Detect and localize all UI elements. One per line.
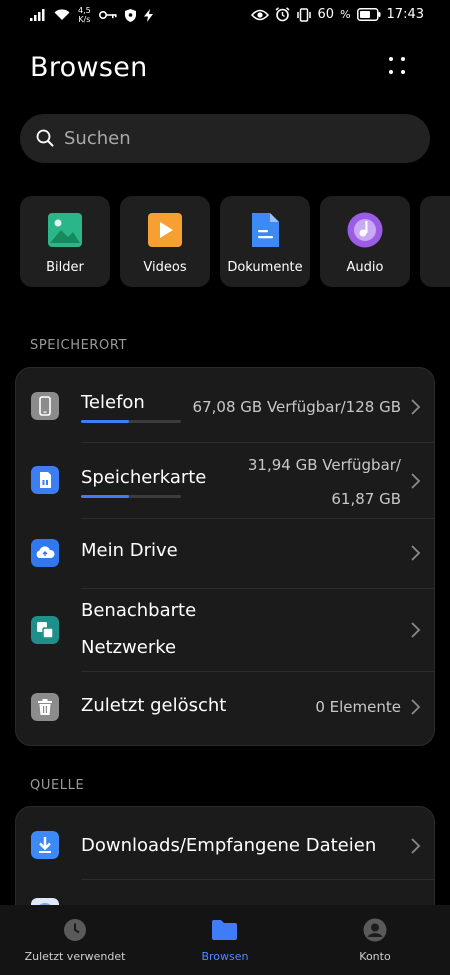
- cloud-drive-icon: [31, 539, 59, 567]
- category-label: Dokumente: [227, 260, 303, 275]
- status-bar: 4,5 K/s 60 % 17:43: [0, 0, 450, 32]
- nav-label: Zuletzt verwendet: [24, 950, 126, 963]
- search-icon: [36, 129, 54, 147]
- section-title-storage: SPEICHERORT: [30, 338, 128, 353]
- vibrate-icon: [296, 7, 311, 22]
- page-title: Browsen: [30, 52, 148, 83]
- clock-icon: [64, 919, 86, 941]
- storage-item-info: 67,08 GB Verfügbar/128 GB: [192, 398, 401, 416]
- folder-icon: [212, 920, 237, 940]
- signal-icon: [30, 9, 45, 21]
- sd-card-storage-progress: [81, 495, 181, 498]
- phone-icon: [31, 392, 59, 420]
- chevron-right-icon: [411, 545, 421, 561]
- chevron-right-icon: [411, 699, 421, 715]
- audio-icon: [347, 212, 383, 248]
- search-bar[interactable]: [20, 114, 430, 163]
- storage-item-phone[interactable]: Telefon 67,08 GB Verfügbar/128 GB: [16, 368, 434, 442]
- nav-tab-browse[interactable]: Browsen: [150, 905, 300, 975]
- storage-item-info-line1: 31,94 GB Verfügbar/: [247, 456, 401, 474]
- category-row: Bilder Videos Dokumente Audio: [20, 196, 450, 287]
- section-title-source: QUELLE: [30, 778, 85, 793]
- category-more-tile[interactable]: [420, 196, 450, 287]
- nav-label: Browsen: [201, 950, 249, 963]
- chevron-right-icon: [411, 473, 421, 489]
- video-icon: [148, 213, 182, 247]
- alarm-icon: [275, 7, 290, 22]
- battery-percent-sign: %: [340, 8, 351, 21]
- chevron-right-icon: [411, 399, 421, 415]
- category-images-tile[interactable]: Bilder: [20, 196, 110, 287]
- network-icon: [31, 616, 59, 644]
- storage-item-label: Mein Drive: [81, 540, 178, 561]
- storage-item-label-line2: Netzwerke: [81, 637, 177, 658]
- trash-icon: [31, 693, 59, 721]
- storage-item-label: Telefon: [81, 392, 145, 413]
- category-label: Videos: [143, 260, 187, 275]
- phone-storage-progress: [81, 420, 181, 423]
- chevron-right-icon: [411, 622, 421, 638]
- storage-item-info: 0 Elemente: [315, 698, 401, 716]
- eye-icon: [250, 9, 269, 20]
- category-label: Audio: [346, 260, 384, 275]
- storage-item-recently-deleted[interactable]: Zuletzt gelöscht 0 Elemente: [16, 672, 434, 745]
- account-icon: [363, 918, 387, 942]
- bottom-navigation: Zuletzt verwendet Browsen Konto: [0, 905, 450, 975]
- storage-item-sd-card[interactable]: Speicherkarte 31,94 GB Verfügbar/ 61,87 …: [16, 443, 434, 518]
- storage-item-label: Speicherkarte: [81, 467, 207, 488]
- nav-tab-recent[interactable]: Zuletzt verwendet: [0, 905, 150, 975]
- nav-label: Konto: [359, 950, 391, 963]
- storage-item-info-line2: 61,87 GB: [331, 490, 401, 508]
- storage-item-my-drive[interactable]: Mein Drive: [16, 519, 434, 588]
- category-documents-tile[interactable]: Dokumente: [220, 196, 310, 287]
- nav-tab-account[interactable]: Konto: [300, 905, 450, 975]
- network-speed: 4,5 K/s: [78, 6, 91, 24]
- chevron-right-icon: [411, 838, 421, 854]
- wifi-icon: [54, 9, 70, 20]
- sd-card-icon: [31, 466, 59, 494]
- battery-icon: [356, 8, 381, 21]
- battery-level-text: 60: [317, 7, 335, 22]
- category-label: Bilder: [46, 260, 84, 275]
- search-input[interactable]: [64, 124, 404, 153]
- category-videos-tile[interactable]: Videos: [120, 196, 210, 287]
- source-item-label: Downloads/Empfangene Dateien: [81, 835, 377, 856]
- charging-bolt-icon: [143, 8, 153, 22]
- key-icon: [98, 11, 117, 19]
- more-options-button[interactable]: [386, 56, 408, 78]
- source-item-downloads[interactable]: Downloads/Empfangene Dateien: [16, 807, 434, 879]
- document-icon: [252, 213, 279, 247]
- storage-item-label-line1: Benachbarte: [81, 600, 197, 621]
- clock-time: 17:43: [386, 7, 424, 22]
- storage-card: Telefon 67,08 GB Verfügbar/128 GB Speich…: [15, 367, 435, 746]
- download-icon: [31, 831, 59, 859]
- storage-item-neighboring-networks[interactable]: Benachbarte Netzwerke: [16, 589, 434, 671]
- image-icon: [48, 213, 82, 247]
- vpn-shield-icon: [124, 8, 136, 22]
- category-audio-tile[interactable]: Audio: [320, 196, 410, 287]
- storage-item-label: Zuletzt gelöscht: [81, 695, 227, 716]
